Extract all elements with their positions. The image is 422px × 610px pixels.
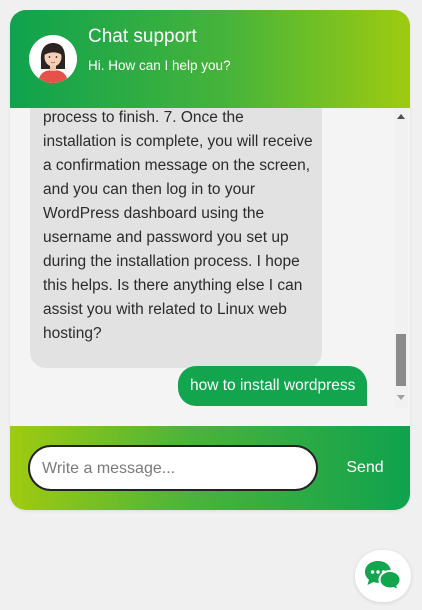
user-message: how to install wordpress	[178, 366, 368, 406]
chat-title: Chat support	[88, 26, 197, 47]
chat-header: Chat support Hi. How can I help you?	[10, 10, 410, 108]
message-scrollbar[interactable]	[394, 108, 408, 408]
message-input[interactable]	[40, 447, 300, 491]
message-list: process to finish. 7. Once the installat…	[10, 108, 410, 426]
bot-message: process to finish. 7. Once the installat…	[30, 108, 322, 368]
bot-message-text: process to finish. 7. Once the installat…	[43, 109, 313, 342]
send-button[interactable]: Send	[330, 454, 400, 482]
chat-subtitle: Hi. How can I help you?	[88, 58, 231, 73]
user-message-text: how to install wordpress	[190, 377, 356, 394]
scroll-thumb[interactable]	[396, 334, 406, 386]
chat-widget: Chat support Hi. How can I help you? pro…	[10, 10, 410, 510]
scroll-up-arrow-icon[interactable]	[397, 114, 405, 119]
chat-launcher-button[interactable]	[355, 550, 411, 602]
message-input-wrapper	[28, 445, 318, 491]
scroll-down-arrow-icon[interactable]	[397, 395, 405, 400]
chat-composer: Send	[10, 426, 410, 510]
agent-avatar	[29, 35, 77, 83]
chat-bubbles-icon	[365, 561, 402, 593]
support-agent-avatar-icon	[29, 35, 77, 83]
